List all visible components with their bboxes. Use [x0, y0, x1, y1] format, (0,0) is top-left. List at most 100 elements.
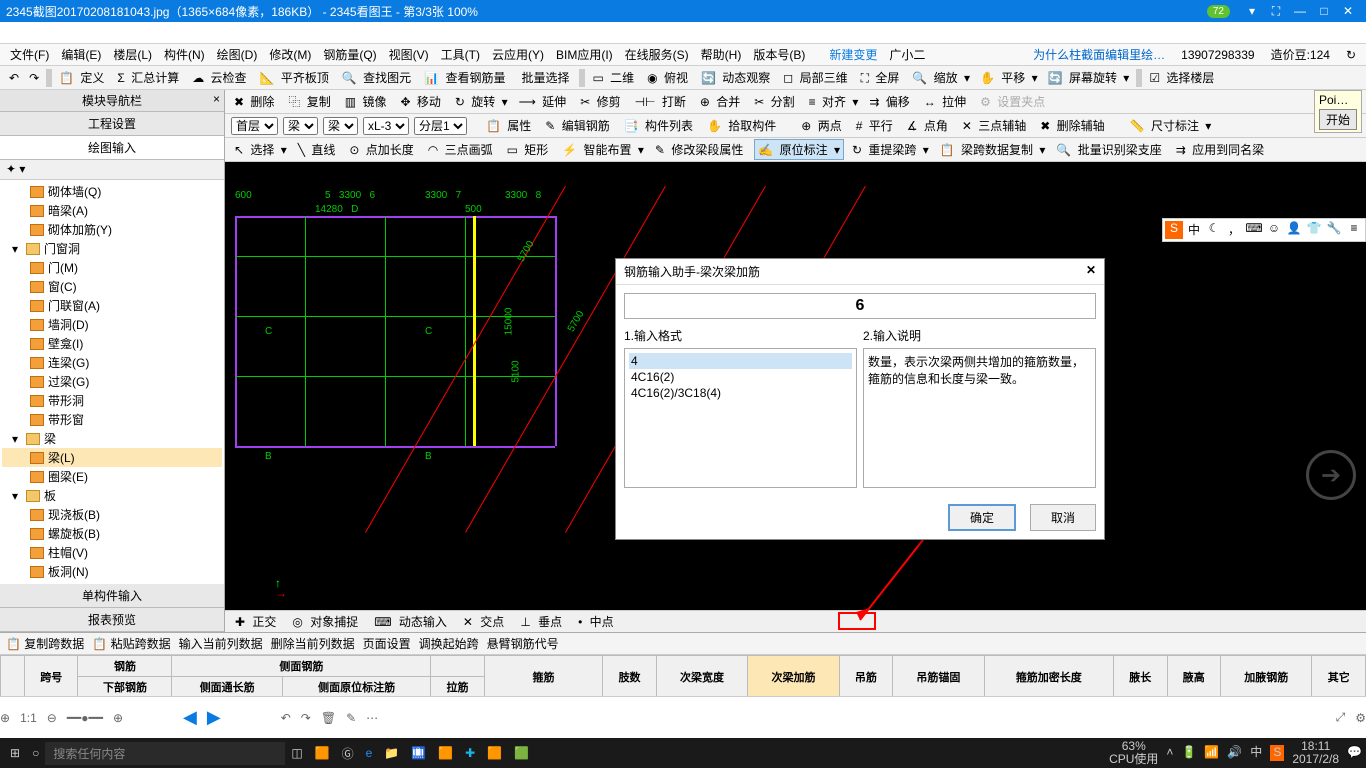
- redo-icon[interactable]: ↷: [26, 70, 42, 86]
- start-button[interactable]: ⊞: [4, 746, 26, 760]
- input-col-btn[interactable]: 输入当前列数据: [179, 635, 263, 652]
- line-btn[interactable]: ╲ 直线: [295, 140, 342, 159]
- tray-notif-icon[interactable]: 💬: [1347, 746, 1362, 759]
- dim-btn[interactable]: 📏 尺寸标注 ▾: [1127, 116, 1215, 135]
- settings-icon[interactable]: ⚙: [1355, 711, 1366, 725]
- clock-date[interactable]: 2017/2/8: [1292, 753, 1339, 766]
- zoom-fit-icon[interactable]: ⊕: [0, 711, 10, 725]
- sel-name[interactable]: xL-3: [363, 117, 409, 135]
- arc3-btn[interactable]: ◠ 三点画弧: [425, 140, 499, 159]
- smart-btn[interactable]: ⚡ 智能布置 ▾: [559, 140, 647, 159]
- col-side-group[interactable]: 侧面钢筋: [172, 656, 431, 677]
- delete-icon[interactable]: 🗑: [321, 711, 336, 725]
- tray-wifi-icon[interactable]: 📶: [1204, 746, 1219, 759]
- break-btn[interactable]: ⊣⊢ 打断: [632, 92, 692, 111]
- ime-skin-icon[interactable]: 👕: [1305, 221, 1323, 239]
- extend-btn[interactable]: ⟶ 延伸: [516, 92, 573, 111]
- pick-btn[interactable]: ✋ 拾取构件: [704, 116, 782, 135]
- ime-toolbar[interactable]: S 中 ☾ ， ⌨ ☺ 👤 👕 🔧 ≡: [1162, 218, 1366, 242]
- grip-btn[interactable]: ⚙ 设置夹点: [977, 92, 1051, 111]
- ime-mode[interactable]: 中: [1185, 221, 1203, 239]
- menu-rebar[interactable]: 钢筋量(Q): [319, 44, 380, 65]
- col-haunch-h[interactable]: 腋高: [1167, 656, 1220, 697]
- col-side-local[interactable]: 侧面原位标注筋: [282, 677, 430, 697]
- dyn-input-toggle[interactable]: ⌨ 动态输入: [370, 612, 455, 631]
- menu-view[interactable]: 视图(V): [385, 44, 433, 65]
- parallel-btn[interactable]: # 平行: [853, 116, 899, 135]
- next-icon[interactable]: ▶: [207, 707, 221, 728]
- zoom-btn[interactable]: 🔍 缩放 ▾: [909, 68, 973, 87]
- col-stirrup[interactable]: 箍筋: [484, 656, 603, 697]
- dialog-close-icon[interactable]: ✕: [1086, 263, 1096, 280]
- tray-sogou-icon[interactable]: S: [1270, 745, 1284, 760]
- menu-online[interactable]: 在线服务(S): [621, 44, 693, 65]
- sel-layer[interactable]: 分层1: [414, 117, 467, 135]
- perp-toggle[interactable]: ⊥ 垂点: [516, 612, 570, 631]
- del-col-btn[interactable]: 删除当前列数据: [271, 635, 355, 652]
- refresh-icon[interactable]: ↻: [1342, 46, 1360, 64]
- zoom-out-icon[interactable]: ⊖: [47, 711, 57, 725]
- dropdown-icon[interactable]: ▾: [1240, 4, 1264, 18]
- menu-modify[interactable]: 修改(M): [265, 44, 315, 65]
- minimize-icon[interactable]: —: [1288, 4, 1312, 18]
- menu-draw[interactable]: 绘图(D): [213, 44, 262, 65]
- menu-version[interactable]: 版本号(B): [749, 44, 809, 65]
- sel-type[interactable]: 梁: [323, 117, 358, 135]
- trim-btn[interactable]: ✂ 修剪: [577, 92, 626, 111]
- col-other[interactable]: 其它: [1312, 656, 1366, 697]
- copy-btn[interactable]: ⿻ 复制: [285, 92, 336, 111]
- col-dense-len[interactable]: 箍筋加密长度: [984, 656, 1113, 697]
- two-point-btn[interactable]: ⊕ 两点: [798, 116, 847, 135]
- more-icon[interactable]: ⋯: [366, 711, 378, 725]
- col-side-full[interactable]: 侧面通长筋: [172, 677, 282, 697]
- app-icon[interactable]: 🟧: [309, 746, 336, 760]
- app-icon[interactable]: 🟧: [481, 746, 508, 760]
- rotate-btn[interactable]: ↻ 旋转 ▾: [452, 92, 511, 111]
- tree-cat-door[interactable]: ▾门窗洞: [2, 239, 222, 258]
- zoom-in-icon[interactable]: ⊕: [113, 711, 123, 725]
- del-aux-btn[interactable]: ✖ 删除辅轴: [1037, 116, 1110, 135]
- col-haunch-l[interactable]: 腋长: [1114, 656, 1167, 697]
- mid-toggle[interactable]: • 中点: [574, 612, 622, 631]
- col-tie-top[interactable]: [431, 656, 484, 677]
- cancel-button[interactable]: 取消: [1030, 504, 1096, 531]
- app-icon[interactable]: 🟩: [508, 746, 535, 760]
- repick-span-btn[interactable]: ↻ 重提梁跨 ▾: [849, 140, 932, 159]
- sel-cat[interactable]: 梁: [283, 117, 318, 135]
- align-btn[interactable]: ≡ 对齐 ▾: [806, 92, 862, 111]
- menu-cloud[interactable]: 云应用(Y): [488, 44, 548, 65]
- tree-item-beam[interactable]: 梁(L): [2, 448, 222, 467]
- comp-list-btn[interactable]: 📑 构件列表: [621, 116, 699, 135]
- col-bottom[interactable]: 下部钢筋: [78, 677, 172, 697]
- col-hang[interactable]: 吊筋: [839, 656, 892, 697]
- batch-support-btn[interactable]: 🔍 批量识别梁支座: [1053, 140, 1167, 159]
- col-width[interactable]: 次梁宽度: [656, 656, 747, 697]
- orbit-btn[interactable]: 🔄 动态观察: [698, 68, 776, 87]
- ime-moon-icon[interactable]: ☾: [1205, 221, 1223, 239]
- split-btn[interactable]: ✂ 分割: [751, 92, 800, 111]
- ime-logo-icon[interactable]: S: [1165, 221, 1183, 239]
- edit-rebar-btn[interactable]: ✎ 编辑钢筋: [542, 116, 615, 135]
- select-btn[interactable]: ↖ 选择 ▾: [231, 140, 290, 159]
- maximize-icon[interactable]: □: [1312, 4, 1336, 18]
- col-sec-beam[interactable]: 次梁加筋: [748, 656, 839, 697]
- rotate-r-icon[interactable]: ↷: [301, 711, 311, 725]
- paste-span-btn[interactable]: 📋 粘贴跨数据: [92, 635, 170, 652]
- app-icon[interactable]: ✚: [459, 746, 481, 760]
- help-link[interactable]: 为什么柱截面编辑里绘…: [1029, 44, 1169, 65]
- tab-report[interactable]: 报表预览: [0, 608, 224, 632]
- ime-tool-icon[interactable]: 🔧: [1325, 221, 1343, 239]
- inplace-mark-btn[interactable]: ✍ 原位标注 ▾: [754, 139, 844, 160]
- taskview-icon[interactable]: ◫: [285, 746, 308, 760]
- format-option[interactable]: 4C16(2)/3C18(4): [629, 385, 852, 401]
- undo-icon[interactable]: ↶: [6, 70, 22, 86]
- page-setup-btn[interactable]: 页面设置: [363, 635, 411, 652]
- next-image-arrow[interactable]: ➔: [1306, 450, 1356, 500]
- rotate-l-icon[interactable]: ↶: [281, 711, 291, 725]
- move-btn[interactable]: ✥ 移动: [397, 92, 446, 111]
- expand-icon[interactable]: ⤢: [1336, 710, 1346, 725]
- edit-icon[interactable]: ✎: [346, 711, 356, 725]
- offset-btn[interactable]: ⇉ 偏移: [866, 92, 915, 111]
- menu-component[interactable]: 构件(N): [160, 44, 209, 65]
- merge-btn[interactable]: ⊕ 合并: [697, 92, 746, 111]
